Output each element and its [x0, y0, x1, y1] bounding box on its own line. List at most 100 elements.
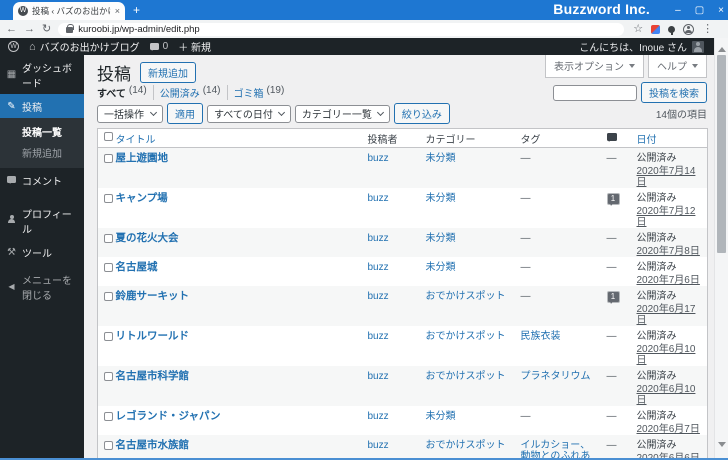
site-name-link[interactable]: ⌂ バズのお出かけブログ [29, 39, 140, 55]
sidebar-item-tools[interactable]: ⚒ ツール [0, 240, 84, 264]
sidebar-item-comments[interactable]: コメント [0, 168, 84, 192]
tag-link[interactable]: イルカショー、動物とのふれあい [521, 440, 591, 460]
scroll-down-icon[interactable] [718, 442, 726, 451]
post-title-link[interactable]: 屋上遊園地 [116, 152, 169, 164]
post-title-link[interactable]: 名古屋市水族館 [116, 439, 190, 451]
apply-button[interactable]: 適用 [167, 103, 203, 124]
no-comments-marker: — [606, 262, 617, 273]
post-title-link[interactable]: 夏の花火大会 [116, 232, 179, 244]
post-title-link[interactable]: リトルワールド [116, 330, 190, 342]
maximize-button[interactable]: ▢ [695, 5, 704, 16]
row-checkbox[interactable] [104, 263, 113, 272]
post-title-link[interactable]: 名古屋市科学館 [116, 370, 190, 382]
bookmark-star-icon[interactable]: ☆ [633, 23, 643, 35]
row-checkbox[interactable] [104, 154, 113, 163]
browser-profile-icon[interactable] [683, 23, 695, 35]
url-text: kuroobi.jp/wp-admin/edit.php [78, 23, 200, 35]
help-button[interactable]: ヘルプ [648, 55, 707, 78]
browser-addressbar: ← → ↻ kuroobi.jp/wp-admin/edit.php ☆ ⋮ [0, 20, 728, 38]
table-row: 名古屋市科学館 buzz おでかけスポット プラネタリウム プラネタリウム — … [97, 366, 708, 406]
category-link[interactable]: おでかけスポット [426, 371, 506, 382]
window-title: Buzzword Inc. [553, 1, 650, 17]
status-filter-link[interactable]: すべて (14) [97, 85, 147, 100]
row-checkbox[interactable] [104, 332, 113, 341]
row-checkbox[interactable] [104, 194, 113, 203]
author-link[interactable]: buzz [368, 411, 389, 422]
column-header-date[interactable]: 日付 [632, 128, 708, 148]
wordpress-logo-icon[interactable]: W [8, 41, 19, 52]
row-checkbox[interactable] [104, 234, 113, 243]
bulk-action-select[interactable]: 一括操作 [97, 104, 163, 123]
sidebar-item-posts[interactable]: ✎ 投稿 [0, 94, 89, 118]
row-checkbox[interactable] [104, 441, 113, 450]
author-link[interactable]: buzz [368, 153, 389, 164]
extension-icon[interactable] [651, 24, 661, 34]
browser-tab[interactable]: W 投稿 ‹ バズのお出かけブログ — Wor × [13, 2, 125, 20]
close-button[interactable]: × [718, 5, 724, 16]
search-posts-button[interactable]: 投稿を検索 [641, 82, 707, 103]
row-checkbox[interactable] [104, 412, 113, 421]
tab-close-icon[interactable]: × [115, 6, 120, 16]
extensions-pin-icon[interactable] [668, 25, 676, 35]
row-checkbox[interactable] [104, 292, 113, 301]
no-tags-marker: — [520, 411, 531, 422]
select-all-checkbox[interactable] [104, 132, 113, 141]
post-title-link[interactable]: 名古屋城 [116, 261, 158, 273]
category-filter-select[interactable]: カテゴリー一覧 [294, 104, 390, 123]
category-link[interactable]: おでかけスポット [426, 440, 506, 451]
scrollbar-thumb[interactable] [717, 55, 726, 253]
minimize-button[interactable]: – [675, 5, 681, 16]
author-link[interactable]: buzz [368, 291, 389, 302]
tag-link[interactable]: 民族衣装 [521, 331, 561, 342]
comment-count-badge[interactable]: 1 [606, 193, 620, 206]
admin-bar-new-link[interactable]: ＋ 新規 [178, 39, 211, 54]
scroll-up-icon[interactable] [718, 43, 726, 52]
category-link[interactable]: 未分類 [426, 411, 456, 422]
author-link[interactable]: buzz [368, 233, 389, 244]
category-link[interactable]: 未分類 [426, 153, 456, 164]
post-title-link[interactable]: 鈴鹿サーキット [116, 290, 190, 302]
author-link[interactable]: buzz [368, 331, 389, 342]
post-title-link[interactable]: キャンプ場 [116, 192, 168, 204]
author-link[interactable]: buzz [368, 371, 389, 382]
row-checkbox[interactable] [104, 372, 113, 381]
status-filter-link[interactable]: ゴミ箱 (19) [234, 85, 285, 100]
column-header-title[interactable]: タイトル [111, 128, 364, 148]
submenu-item-all-posts[interactable]: 投稿一覧 [0, 121, 84, 142]
tag-link[interactable]: プラネタリウム [521, 371, 591, 382]
author-link[interactable]: buzz [368, 262, 389, 273]
filter-button[interactable]: 絞り込み [393, 103, 450, 124]
author-link[interactable]: buzz [368, 193, 389, 204]
table-row: 名古屋城 buzz 未分類 — — — — 公開済み [98, 257, 708, 286]
category-link[interactable]: おでかけスポット [426, 331, 506, 342]
screen-options-button[interactable]: 表示オプション [545, 55, 644, 78]
post-title-link[interactable]: レゴランド・ジャパン [116, 410, 221, 422]
category-link[interactable]: 未分類 [426, 262, 456, 273]
category-link[interactable]: 未分類 [426, 193, 456, 204]
comment-count-badge[interactable]: 1 [606, 291, 620, 304]
column-header-author: 投稿者 [363, 128, 422, 148]
refresh-icon[interactable]: ↻ [42, 23, 51, 35]
posts-list-page: 表示オプション ヘルプ 投稿 新規追加 投稿を検索 すべて (14) 公開済み … [84, 55, 714, 460]
admin-bar-comments-link[interactable]: 0 [149, 41, 168, 52]
submenu-item-add-new[interactable]: 新規追加 [0, 142, 84, 163]
add-new-post-button[interactable]: 新規追加 [140, 61, 196, 83]
category-link[interactable]: おでかけスポット [426, 291, 506, 302]
status-filter-link[interactable]: 公開済み (14) [160, 85, 221, 100]
new-tab-button[interactable]: + [133, 3, 140, 17]
author-link[interactable]: buzz [368, 440, 389, 451]
search-input[interactable] [553, 84, 637, 101]
vertical-scrollbar[interactable] [714, 38, 728, 458]
wordpress-favicon-icon: W [18, 6, 28, 16]
sidebar-item-profile[interactable]: プロフィール [0, 201, 84, 240]
post-status: 公開済み [636, 193, 677, 204]
date-filter-select[interactable]: すべての日付 [207, 104, 291, 123]
sidebar-collapse-menu[interactable]: ◀ メニューを閉じる [0, 267, 84, 306]
forward-icon[interactable]: → [24, 23, 35, 35]
browser-menu-icon[interactable]: ⋮ [702, 23, 713, 35]
admin-bar-account[interactable]: こんにちは、Inoue さん [579, 39, 704, 54]
category-link[interactable]: 未分類 [426, 233, 456, 244]
url-bar[interactable]: kuroobi.jp/wp-admin/edit.php [58, 22, 625, 36]
back-icon[interactable]: ← [6, 23, 17, 35]
sidebar-item-dashboard[interactable]: ▦ ダッシュボード [0, 55, 84, 94]
